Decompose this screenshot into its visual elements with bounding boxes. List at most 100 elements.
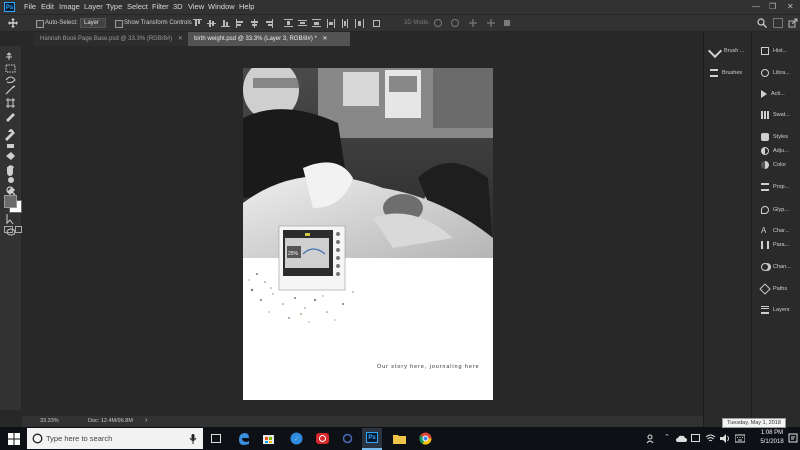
panel-paragraph[interactable]: Para... <box>761 237 789 253</box>
search-icon[interactable] <box>757 18 767 28</box>
3d-mode-icons[interactable] <box>433 18 513 28</box>
tab-close-icon[interactable]: ✕ <box>178 36 183 42</box>
taskbar-clock[interactable]: 1:08 PM 5/1/2018 <box>752 429 792 447</box>
foreground-color-swatch[interactable] <box>4 195 17 208</box>
panel-paths[interactable]: Paths <box>759 281 787 297</box>
quick-mask-icon[interactable] <box>4 226 13 233</box>
distribute-right-icon[interactable] <box>355 19 364 28</box>
restore-button[interactable]: ❐ <box>769 0 776 14</box>
windows-start-icon[interactable] <box>8 433 20 445</box>
distribute-bottom-icon[interactable] <box>312 19 321 27</box>
menu-edit[interactable]: Edit <box>41 0 54 14</box>
menu-bar: Ps File Edit Image Layer Type Select Fil… <box>0 0 800 14</box>
panel-label: Styles <box>773 134 788 140</box>
align-left-icon[interactable] <box>236 19 245 28</box>
menu-view[interactable]: View <box>188 0 204 14</box>
menu-select[interactable]: Select <box>127 0 148 14</box>
panel-label: Hist... <box>773 48 788 54</box>
safari-icon[interactable] <box>290 432 303 445</box>
store-icon[interactable] <box>262 432 275 445</box>
svg-text:25%: 25% <box>288 251 299 257</box>
notifications-icon[interactable] <box>788 433 798 444</box>
menu-type[interactable]: Type <box>106 0 122 14</box>
menu-3d[interactable]: 3D <box>173 0 183 14</box>
panel-properties[interactable]: Prop... <box>761 179 789 195</box>
close-window-button[interactable]: ✕ <box>787 0 794 14</box>
brushes-icon <box>710 69 718 77</box>
panel-history[interactable]: Hist... <box>761 43 787 59</box>
task-view-icon[interactable] <box>211 434 221 443</box>
panel-label: Layers <box>773 307 790 313</box>
properties-icon <box>761 183 769 191</box>
panel-color[interactable]: Color <box>761 157 786 173</box>
align-hcenter-icon[interactable] <box>250 19 259 28</box>
move-tool-icon[interactable] <box>8 18 18 28</box>
panel-brushes[interactable]: Brushes <box>710 65 742 81</box>
color-icon <box>761 161 769 169</box>
birth-photo: 25% <box>243 68 493 323</box>
menu-image[interactable]: Image <box>59 0 80 14</box>
auto-select-dropdown[interactable]: Layer <box>80 18 106 28</box>
microphone-icon[interactable] <box>189 434 197 444</box>
menu-layer[interactable]: Layer <box>84 0 103 14</box>
panel-dock-main: Hist... Libra... Acti... Swat... Styles … <box>751 32 800 427</box>
panel-actions[interactable]: Acti... <box>761 86 785 102</box>
align-right-icon[interactable] <box>264 19 273 28</box>
distribute-hcenter-icon[interactable] <box>341 19 350 28</box>
file-explorer-icon[interactable] <box>393 432 406 445</box>
auto-select-checkbox[interactable] <box>36 20 44 28</box>
panel-swatches[interactable]: Swat... <box>761 107 790 123</box>
tab-birth-weight[interactable]: birth weight.psd @ 33.3% (Layer 3, RGB/8… <box>188 32 350 46</box>
distribute-vcenter-icon[interactable] <box>298 19 307 27</box>
panel-label: Brush ... <box>724 48 745 54</box>
wifi-icon[interactable] <box>705 434 716 443</box>
share-icon[interactable] <box>788 18 798 28</box>
app-red-icon[interactable] <box>316 432 329 445</box>
layers-icon <box>761 306 769 314</box>
zoom-level[interactable]: 33.33% <box>40 418 59 424</box>
menu-help[interactable]: Help <box>239 0 254 14</box>
workspace-icon[interactable] <box>773 18 783 28</box>
menu-window[interactable]: Window <box>208 0 235 14</box>
status-menu-arrow-icon[interactable]: › <box>145 417 147 424</box>
network-icon[interactable] <box>691 434 700 442</box>
document-page[interactable]: 25% <box>243 68 493 400</box>
onedrive-icon[interactable] <box>676 435 687 443</box>
edge-browser-icon[interactable] <box>237 432 250 445</box>
menu-filter[interactable]: Filter <box>152 0 169 14</box>
document-tabs: Hannah Book Page Base.psd @ 33.3% (RGB/8… <box>22 32 703 46</box>
auto-align-icon[interactable] <box>372 19 381 27</box>
screen-mode-icon[interactable] <box>15 226 22 233</box>
keyboard-icon[interactable] <box>735 434 745 443</box>
volume-icon[interactable] <box>720 434 730 443</box>
transform-controls-checkbox[interactable] <box>115 20 123 28</box>
search-placeholder: Type here to search <box>46 434 113 443</box>
panel-channels[interactable]: Chan... <box>761 259 791 275</box>
photoshop-taskbar-button[interactable]: Ps <box>362 428 382 450</box>
paragraph-icon <box>761 241 769 249</box>
panel-brush-settings[interactable]: Brush ... <box>707 43 745 59</box>
journal-text[interactable]: Our story here, journaling here <box>377 364 480 370</box>
distribute-left-icon[interactable] <box>327 19 336 28</box>
panel-layers[interactable]: Layers <box>761 302 790 318</box>
tool-icons[interactable]: T <box>0 46 22 246</box>
panel-glyphs[interactable]: Glyp... <box>761 202 789 218</box>
people-icon[interactable] <box>646 434 656 444</box>
tab-close-icon[interactable]: ✕ <box>323 36 328 42</box>
align-vcenter-icon[interactable] <box>207 19 216 27</box>
menu-file[interactable]: File <box>24 0 36 14</box>
taskbar-search-box[interactable]: Type here to search <box>27 428 203 449</box>
minimize-button[interactable]: — <box>752 0 760 14</box>
align-top-icon[interactable] <box>193 19 202 27</box>
date-tooltip: Tuesday, May 1, 2018 <box>722 418 786 428</box>
chrome-icon[interactable] <box>419 432 432 445</box>
align-bottom-icon[interactable] <box>221 19 230 27</box>
character-icon: A <box>761 226 767 235</box>
3d-mode-label: 3D Mode: <box>404 20 431 26</box>
swatches-icon <box>761 111 769 119</box>
tray-expand-icon[interactable]: ⌃ <box>664 433 670 441</box>
tab-hannah-book-page[interactable]: Hannah Book Page Base.psd @ 33.3% (RGB/8… <box>34 32 210 46</box>
distribute-top-icon[interactable] <box>284 19 293 27</box>
app-blue-icon[interactable] <box>341 432 354 445</box>
panel-libraries[interactable]: Libra... <box>761 65 790 81</box>
